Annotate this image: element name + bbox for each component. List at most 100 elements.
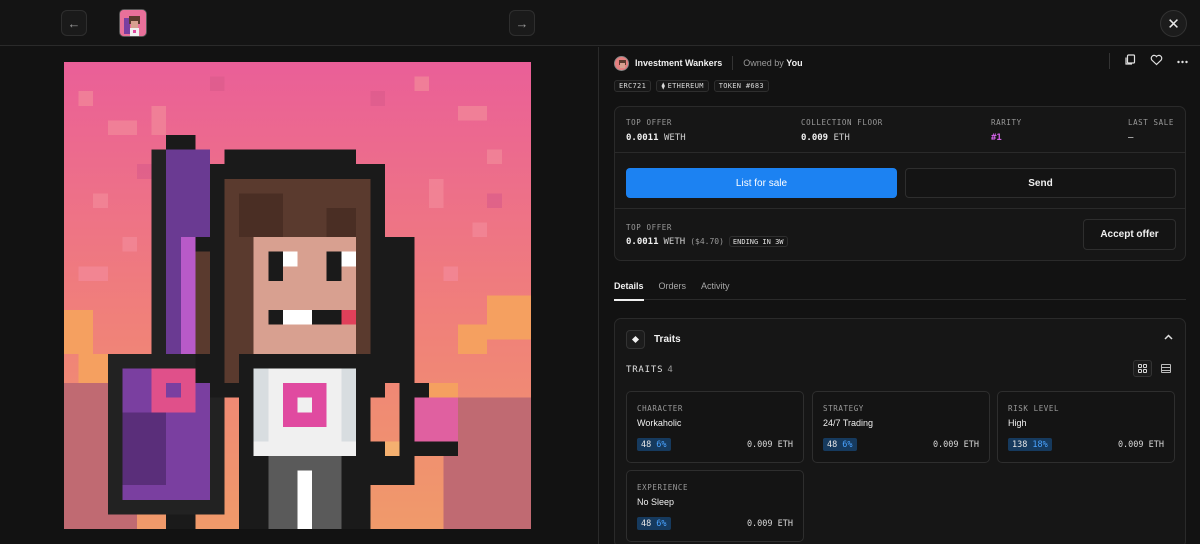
trait-floor-price: 0.009 ETH bbox=[1117, 440, 1164, 450]
chain-chip: ⧫ ETHEREUM bbox=[656, 80, 709, 92]
top-offer-label: TOP OFFER bbox=[626, 118, 673, 127]
trait-percent: 6% bbox=[842, 439, 853, 450]
trait-count-badge: 48 6% bbox=[823, 438, 857, 451]
nft-thumbnail[interactable] bbox=[119, 9, 147, 37]
top-bar: ← → ✕ bbox=[0, 0, 1200, 46]
item-header: Investment Wankers Owned by You bbox=[614, 55, 803, 71]
send-button[interactable]: Send bbox=[905, 168, 1176, 198]
offer-divider bbox=[615, 208, 1185, 209]
trait-count-badge: 48 6% bbox=[637, 517, 671, 530]
collection-avatar[interactable] bbox=[614, 55, 629, 71]
chain-chip-label: ETHEREUM bbox=[667, 82, 704, 90]
owner-name[interactable]: You bbox=[786, 58, 802, 68]
trait-percent: 6% bbox=[656, 439, 667, 450]
trait-percent: 18% bbox=[1032, 439, 1048, 450]
actions-separator bbox=[1109, 53, 1110, 69]
arrow-left-icon: ← bbox=[67, 15, 81, 31]
heart-icon bbox=[1150, 54, 1163, 65]
offer-unit: WETH bbox=[663, 236, 686, 247]
rarity-stat: RARITY #1 bbox=[991, 118, 1022, 143]
offer-ending-badge: ENDING IN 3W bbox=[728, 236, 788, 247]
tab-orders[interactable]: Orders bbox=[659, 273, 687, 300]
arrow-right-icon: → bbox=[515, 15, 529, 31]
rarity-label: RARITY bbox=[991, 118, 1022, 127]
last-sale-value: – bbox=[1127, 133, 1134, 143]
collection-floor-value: 0.009 ETH bbox=[801, 133, 883, 143]
owned-by-label: Owned by bbox=[743, 58, 784, 68]
stats-divider bbox=[615, 152, 1185, 153]
top-offer-value: 0.0011 WETH bbox=[626, 133, 686, 143]
more-button[interactable] bbox=[1177, 55, 1188, 67]
tab-activity[interactable]: Activity bbox=[701, 273, 730, 300]
chevron-up-icon bbox=[1164, 334, 1173, 340]
top-offer-amount: 0.0011 bbox=[626, 133, 659, 143]
previous-button[interactable]: ← bbox=[61, 10, 87, 36]
ethereum-icon: ⧫ bbox=[661, 82, 666, 90]
next-button[interactable]: → bbox=[509, 10, 535, 36]
offer-usd: ($4.70) bbox=[690, 237, 724, 246]
trait-count: 138 bbox=[1012, 439, 1028, 450]
traits-count: TRAITS 4 bbox=[626, 365, 674, 375]
top-offer-stat: TOP OFFER 0.0011 WETH bbox=[626, 118, 686, 143]
list-view-button[interactable] bbox=[1156, 360, 1175, 377]
offer-label: TOP OFFER bbox=[626, 223, 673, 232]
copy-icon bbox=[1125, 53, 1136, 65]
trait-card-strategy[interactable]: STRATEGY 24/7 Trading 48 6% 0.009 ETH bbox=[812, 391, 990, 463]
token-id-chip: TOKEN #683 bbox=[713, 80, 769, 92]
close-button[interactable]: ✕ bbox=[1160, 10, 1187, 37]
trait-count: 48 bbox=[641, 439, 652, 450]
close-icon: ✕ bbox=[1167, 15, 1180, 33]
offer-value: 0.0011 WETH ($4.70) ENDING IN 3W bbox=[626, 236, 788, 247]
trait-card-experience[interactable]: EXPERIENCE No Sleep 48 6% 0.009 ETH bbox=[626, 470, 804, 542]
list-for-sale-button[interactable]: List for sale bbox=[626, 168, 897, 198]
top-offer-unit: WETH bbox=[663, 133, 686, 143]
trait-card-risk-level[interactable]: RISK LEVEL High 138 18% 0.009 ETH bbox=[997, 391, 1175, 463]
trait-card-character[interactable]: CHARACTER Workaholic 48 6% 0.009 ETH bbox=[626, 391, 804, 463]
standard-chip: ERC721 bbox=[614, 80, 652, 92]
tab-details[interactable]: Details bbox=[614, 273, 644, 301]
nft-thumbnail-image bbox=[120, 10, 146, 36]
trait-type: EXPERIENCE bbox=[637, 483, 689, 492]
more-icon bbox=[1177, 60, 1188, 64]
diamond-icon bbox=[626, 330, 645, 349]
details-pane: Investment Wankers Owned by You ERC721 ⧫… bbox=[599, 47, 1200, 544]
collapse-traits-button[interactable] bbox=[1164, 332, 1173, 343]
traits-title: Traits bbox=[654, 334, 681, 345]
trait-floor-price: 0.009 ETH bbox=[746, 519, 793, 529]
trait-count-badge: 48 6% bbox=[637, 438, 671, 451]
offer-amount: 0.0011 bbox=[626, 236, 659, 247]
header-separator bbox=[732, 56, 734, 70]
trait-floor-price: 0.009 ETH bbox=[932, 440, 979, 450]
trait-value: 24/7 Trading bbox=[823, 418, 874, 428]
token-chips: ERC721 ⧫ ETHEREUM TOKEN #683 bbox=[614, 80, 769, 92]
trait-value: High bbox=[1008, 418, 1027, 428]
trait-type: CHARACTER bbox=[637, 404, 684, 413]
accept-offer-button[interactable]: Accept offer bbox=[1083, 219, 1176, 250]
details-tabs: Details Orders Activity bbox=[614, 273, 1186, 301]
traits-section-label: TRAITS bbox=[626, 365, 664, 375]
trait-percent: 6% bbox=[656, 518, 667, 529]
offer-row: TOP OFFER 0.0011 WETH ($4.70) ENDING IN … bbox=[626, 223, 788, 247]
copy-button[interactable] bbox=[1124, 53, 1136, 69]
collection-floor-amount: 0.009 bbox=[801, 133, 829, 143]
collection-floor-unit: ETH bbox=[833, 133, 850, 143]
trait-count: 48 bbox=[641, 518, 652, 529]
trait-type: STRATEGY bbox=[823, 404, 864, 413]
grid-view-button[interactable] bbox=[1133, 360, 1152, 377]
collection-floor-label: COLLECTION FLOOR bbox=[801, 118, 883, 127]
trait-type: RISK LEVEL bbox=[1008, 404, 1060, 413]
header-actions bbox=[1109, 53, 1188, 69]
last-sale-label: LAST SALE bbox=[1127, 118, 1174, 127]
last-sale-stat: LAST SALE – bbox=[1128, 118, 1174, 143]
trait-count-badge: 138 18% bbox=[1008, 438, 1052, 451]
list-view-icon bbox=[1160, 364, 1171, 373]
rarity-value: #1 bbox=[991, 133, 1002, 143]
owner-info: Owned by You bbox=[743, 58, 802, 68]
price-card: TOP OFFER 0.0011 WETH COLLECTION FLOOR 0… bbox=[614, 106, 1186, 261]
favorite-button[interactable] bbox=[1150, 54, 1163, 69]
trait-count: 48 bbox=[827, 439, 838, 450]
trait-floor-price: 0.009 ETH bbox=[746, 440, 793, 450]
traits-count-number: 4 bbox=[667, 365, 674, 375]
collection-link[interactable]: Investment Wankers bbox=[635, 58, 722, 68]
grid-view-icon bbox=[1138, 364, 1147, 373]
